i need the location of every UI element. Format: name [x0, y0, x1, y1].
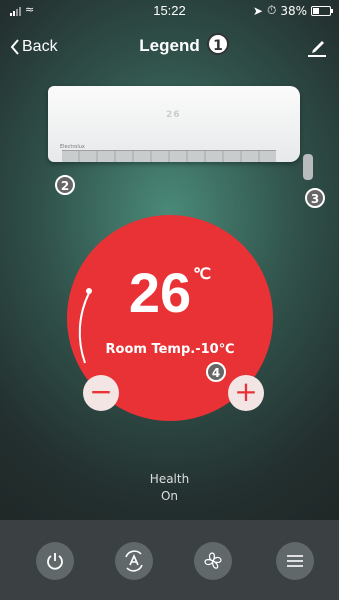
- set-temperature-value: 26: [128, 261, 192, 324]
- power-icon: [47, 553, 63, 570]
- health-status[interactable]: Health On: [0, 471, 339, 505]
- callout-badge-2: 2: [55, 175, 75, 195]
- fan-icon: [204, 552, 222, 569]
- set-temperature: 26 ℃: [67, 263, 273, 323]
- health-label: Health: [149, 472, 190, 486]
- ac-horizontal-louver[interactable]: [62, 150, 276, 162]
- ac-unit-display: 26: [166, 110, 181, 120]
- page-title: Legend: [139, 36, 200, 55]
- auto-mode-icon: [125, 550, 143, 572]
- bottom-control-bar: [0, 520, 339, 600]
- battery-percent: 38%: [280, 3, 307, 18]
- callout-badge-3: 3: [305, 188, 325, 208]
- location-icon: ➤: [252, 3, 263, 18]
- navigation-bar: Back Legend: [0, 24, 339, 68]
- temperature-dial[interactable]: 26 ℃ Room Temp.-10℃ − + 4: [67, 215, 273, 421]
- callout-badge-1: 1: [207, 33, 229, 55]
- vertical-swing-control[interactable]: [303, 154, 313, 180]
- mode-button[interactable]: [115, 542, 153, 580]
- edit-button[interactable]: [307, 36, 327, 62]
- decrease-temperature-button[interactable]: −: [83, 375, 119, 411]
- callout-badge-4: 4: [206, 362, 226, 382]
- increase-temperature-button[interactable]: +: [228, 375, 264, 411]
- ac-unit-image: 26 Electrolux: [48, 86, 300, 162]
- status-bar: ≈ 15:22 ➤ ⏱ 38%: [0, 0, 339, 20]
- menu-button[interactable]: [276, 542, 314, 580]
- power-button[interactable]: [36, 542, 74, 580]
- plus-icon: +: [234, 375, 258, 408]
- temperature-unit: ℃: [193, 266, 212, 283]
- alarm-icon: ⏱: [266, 3, 277, 17]
- battery-icon: [311, 5, 333, 16]
- fan-speed-button[interactable]: [194, 542, 232, 580]
- room-temperature: Room Temp.-10℃: [105, 342, 235, 357]
- health-value: On: [160, 489, 179, 503]
- menu-icon: [287, 555, 303, 567]
- pencil-icon: [308, 41, 326, 57]
- minus-icon: −: [89, 375, 113, 408]
